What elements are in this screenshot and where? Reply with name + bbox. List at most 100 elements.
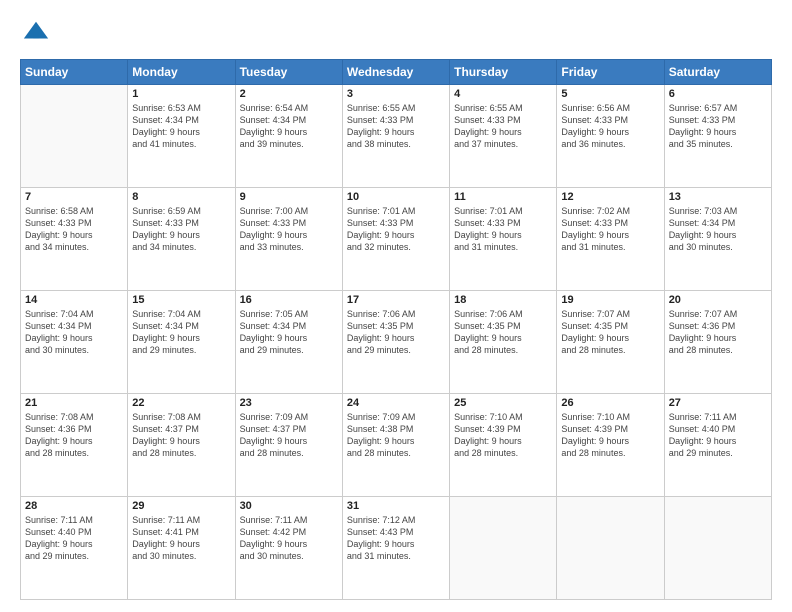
day-info: Sunrise: 7:09 AM Sunset: 4:38 PM Dayligh… — [347, 411, 445, 460]
day-info: Sunrise: 6:55 AM Sunset: 4:33 PM Dayligh… — [347, 102, 445, 151]
day-info: Sunrise: 7:12 AM Sunset: 4:43 PM Dayligh… — [347, 514, 445, 563]
day-cell: 29 Sunrise: 7:11 AM Sunset: 4:41 PM Dayli… — [128, 497, 235, 600]
weekday-header-thursday: Thursday — [450, 60, 557, 85]
day-number: 1 — [132, 88, 230, 100]
day-cell: 23Sunrise: 7:09 AM Sunset: 4:37 PM Dayli… — [235, 394, 342, 497]
day-number: 18 — [454, 294, 552, 306]
header — [20, 18, 772, 51]
weekday-header-sunday: Sunday — [21, 60, 128, 85]
week-row-2: 7 Sunrise: 6:58 AM Sunset: 4:33 PM Daylig… — [21, 188, 772, 291]
day-info: Sunrise: 7:00 AM Sunset: 4:33 PM Dayligh… — [240, 205, 338, 254]
day-number: 26 — [561, 397, 659, 409]
day-info: Sunrise: 7:07 AM Sunset: 4:35 PM Dayligh… — [561, 308, 659, 357]
day-cell: 2 Sunrise: 6:54 AM Sunset: 4:34 PM Daylig… — [235, 85, 342, 188]
day-number: 4 — [454, 88, 552, 100]
weekday-header-monday: Monday — [128, 60, 235, 85]
day-number: 12 — [561, 191, 659, 203]
day-number: 28 — [25, 500, 123, 512]
day-number: 19 — [561, 294, 659, 306]
day-info: Sunrise: 7:04 AM Sunset: 4:34 PM Dayligh… — [25, 308, 123, 357]
day-number: 25 — [454, 397, 552, 409]
day-number: 30 — [240, 500, 338, 512]
weekday-header-tuesday: Tuesday — [235, 60, 342, 85]
day-number: 11 — [454, 191, 552, 203]
logo — [20, 18, 50, 51]
weekday-header-wednesday: Wednesday — [342, 60, 449, 85]
day-cell: 19 Sunrise: 7:07 AM Sunset: 4:35 PM Dayli… — [557, 291, 664, 394]
day-cell: 13 Sunrise: 7:03 AM Sunset: 4:34 PM Dayli… — [664, 188, 771, 291]
day-cell: 8 Sunrise: 6:59 AM Sunset: 4:33 PM Daylig… — [128, 188, 235, 291]
day-cell — [21, 85, 128, 188]
day-info: Sunrise: 6:56 AM Sunset: 4:33 PM Dayligh… — [561, 102, 659, 151]
day-number: 9 — [240, 191, 338, 203]
day-info: Sunrise: 7:02 AM Sunset: 4:33 PM Dayligh… — [561, 205, 659, 254]
week-row-3: 14 Sunrise: 7:04 AM Sunset: 4:34 PM Dayli… — [21, 291, 772, 394]
day-info: Sunrise: 6:57 AM Sunset: 4:33 PM Dayligh… — [669, 102, 767, 151]
day-cell: 12 Sunrise: 7:02 AM Sunset: 4:33 PM Dayli… — [557, 188, 664, 291]
day-cell — [557, 497, 664, 600]
day-cell: 30 Sunrise: 7:11 AM Sunset: 4:42 PM Dayli… — [235, 497, 342, 600]
day-cell: 4 Sunrise: 6:55 AM Sunset: 4:33 PM Daylig… — [450, 85, 557, 188]
day-cell: 20 Sunrise: 7:07 AM Sunset: 4:36 PM Dayli… — [664, 291, 771, 394]
day-cell: 22Sunrise: 7:08 AM Sunset: 4:37 PM Dayli… — [128, 394, 235, 497]
day-cell: 15 Sunrise: 7:04 AM Sunset: 4:34 PM Dayli… — [128, 291, 235, 394]
day-number: 15 — [132, 294, 230, 306]
day-cell: 7 Sunrise: 6:58 AM Sunset: 4:33 PM Daylig… — [21, 188, 128, 291]
day-number: 8 — [132, 191, 230, 203]
day-cell: 3Sunrise: 6:55 AM Sunset: 4:33 PM Daylig… — [342, 85, 449, 188]
day-cell: 24 Sunrise: 7:09 AM Sunset: 4:38 PM Dayli… — [342, 394, 449, 497]
day-number: 7 — [25, 191, 123, 203]
week-row-4: 21Sunrise: 7:08 AM Sunset: 4:36 PM Dayli… — [21, 394, 772, 497]
day-info: Sunrise: 7:06 AM Sunset: 4:35 PM Dayligh… — [347, 308, 445, 357]
day-cell: 6 Sunrise: 6:57 AM Sunset: 4:33 PM Daylig… — [664, 85, 771, 188]
day-number: 6 — [669, 88, 767, 100]
day-info: Sunrise: 7:11 AM Sunset: 4:40 PM Dayligh… — [25, 514, 123, 563]
day-cell — [450, 497, 557, 600]
day-cell: 11Sunrise: 7:01 AM Sunset: 4:33 PM Dayli… — [450, 188, 557, 291]
day-cell: 18 Sunrise: 7:06 AM Sunset: 4:35 PM Dayli… — [450, 291, 557, 394]
weekday-header-saturday: Saturday — [664, 60, 771, 85]
day-info: Sunrise: 7:11 AM Sunset: 4:41 PM Dayligh… — [132, 514, 230, 563]
day-cell: 17 Sunrise: 7:06 AM Sunset: 4:35 PM Dayli… — [342, 291, 449, 394]
day-info: Sunrise: 6:58 AM Sunset: 4:33 PM Dayligh… — [25, 205, 123, 254]
day-info: Sunrise: 6:54 AM Sunset: 4:34 PM Dayligh… — [240, 102, 338, 151]
day-info: Sunrise: 7:09 AM Sunset: 4:37 PM Dayligh… — [240, 411, 338, 460]
day-number: 29 — [132, 500, 230, 512]
day-info: Sunrise: 7:08 AM Sunset: 4:37 PM Dayligh… — [132, 411, 230, 460]
day-cell: 9 Sunrise: 7:00 AM Sunset: 4:33 PM Daylig… — [235, 188, 342, 291]
day-number: 17 — [347, 294, 445, 306]
calendar-table: SundayMondayTuesdayWednesdayThursdayFrid… — [20, 59, 772, 600]
day-number: 31 — [347, 500, 445, 512]
day-number: 5 — [561, 88, 659, 100]
day-cell: 26Sunrise: 7:10 AM Sunset: 4:39 PM Dayli… — [557, 394, 664, 497]
day-cell: 10Sunrise: 7:01 AM Sunset: 4:33 PM Dayli… — [342, 188, 449, 291]
day-cell: 28 Sunrise: 7:11 AM Sunset: 4:40 PM Dayli… — [21, 497, 128, 600]
day-info: Sunrise: 7:01 AM Sunset: 4:33 PM Dayligh… — [347, 205, 445, 254]
day-number: 13 — [669, 191, 767, 203]
week-row-1: 1 Sunrise: 6:53 AM Sunset: 4:34 PM Daylig… — [21, 85, 772, 188]
day-info: Sunrise: 7:11 AM Sunset: 4:40 PM Dayligh… — [669, 411, 767, 460]
day-info: Sunrise: 7:08 AM Sunset: 4:36 PM Dayligh… — [25, 411, 123, 460]
logo-icon — [22, 18, 50, 46]
day-info: Sunrise: 7:04 AM Sunset: 4:34 PM Dayligh… — [132, 308, 230, 357]
weekday-header-row: SundayMondayTuesdayWednesdayThursdayFrid… — [21, 60, 772, 85]
day-info: Sunrise: 7:10 AM Sunset: 4:39 PM Dayligh… — [454, 411, 552, 460]
day-number: 24 — [347, 397, 445, 409]
day-info: Sunrise: 7:11 AM Sunset: 4:42 PM Dayligh… — [240, 514, 338, 563]
day-info: Sunrise: 7:07 AM Sunset: 4:36 PM Dayligh… — [669, 308, 767, 357]
day-number: 20 — [669, 294, 767, 306]
page: SundayMondayTuesdayWednesdayThursdayFrid… — [0, 0, 792, 612]
weekday-header-friday: Friday — [557, 60, 664, 85]
day-cell: 14 Sunrise: 7:04 AM Sunset: 4:34 PM Dayli… — [21, 291, 128, 394]
day-cell: 5 Sunrise: 6:56 AM Sunset: 4:33 PM Daylig… — [557, 85, 664, 188]
day-info: Sunrise: 6:53 AM Sunset: 4:34 PM Dayligh… — [132, 102, 230, 151]
day-cell: 16Sunrise: 7:05 AM Sunset: 4:34 PM Dayli… — [235, 291, 342, 394]
day-info: Sunrise: 6:55 AM Sunset: 4:33 PM Dayligh… — [454, 102, 552, 151]
day-number: 2 — [240, 88, 338, 100]
day-cell: 1 Sunrise: 6:53 AM Sunset: 4:34 PM Daylig… — [128, 85, 235, 188]
day-info: Sunrise: 6:59 AM Sunset: 4:33 PM Dayligh… — [132, 205, 230, 254]
day-info: Sunrise: 7:05 AM Sunset: 4:34 PM Dayligh… — [240, 308, 338, 357]
day-number: 14 — [25, 294, 123, 306]
day-info: Sunrise: 7:03 AM Sunset: 4:34 PM Dayligh… — [669, 205, 767, 254]
day-info: Sunrise: 7:06 AM Sunset: 4:35 PM Dayligh… — [454, 308, 552, 357]
